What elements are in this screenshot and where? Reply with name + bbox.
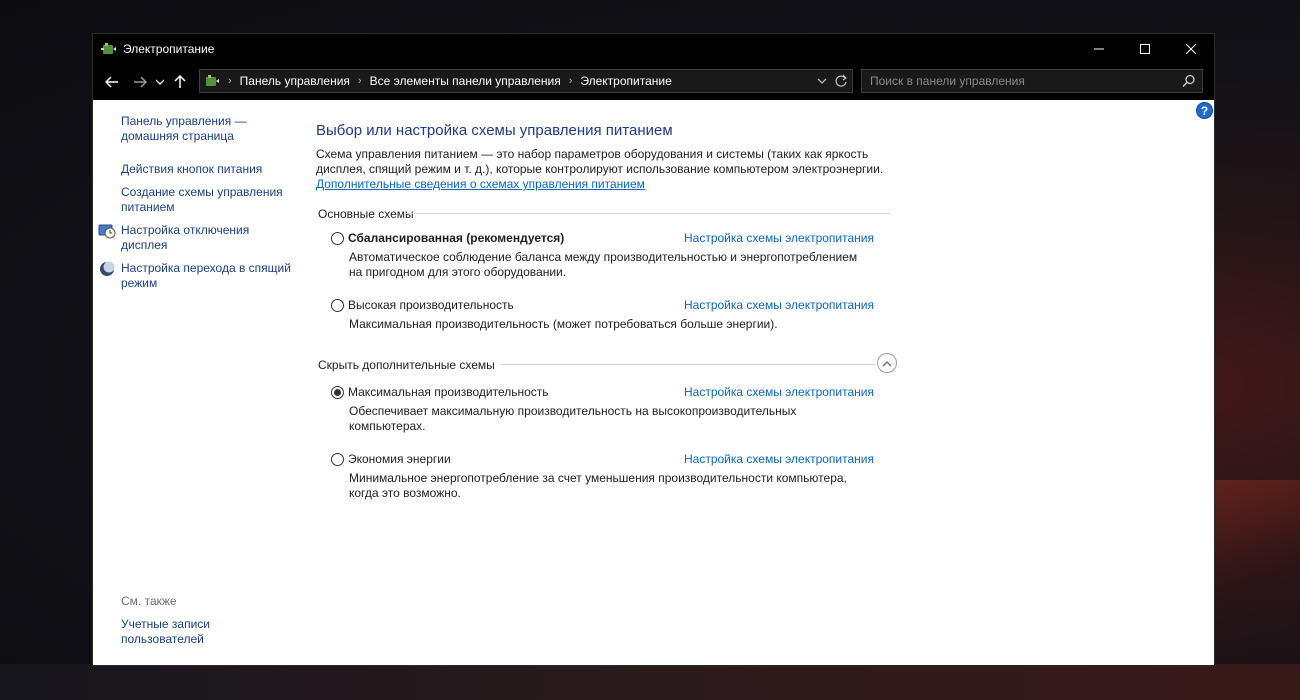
plan-name[interactable]: Максимальная производительность [348, 385, 549, 399]
plan-description: Максимальная производительность (может п… [349, 317, 778, 331]
sidebar: Панель управления — домашняя страница Де… [93, 100, 298, 665]
breadcrumb-all-items[interactable]: Все элементы панели управления [370, 74, 561, 88]
search-box [861, 69, 1203, 93]
recent-locations-button[interactable] [153, 71, 167, 93]
chevron-down-icon [156, 79, 164, 85]
address-bar[interactable]: › Панель управления › Все элементы панел… [199, 69, 853, 93]
title-bar: Электропитание [93, 34, 1214, 64]
plan-description: Автоматическое соблюдение баланса между … [349, 250, 858, 279]
plan-name[interactable]: Высокая производительность [348, 298, 514, 312]
moon-icon [100, 261, 115, 276]
chevron-up-icon [882, 360, 892, 366]
plan-radio-high-performance[interactable] [331, 299, 344, 312]
up-arrow-icon [174, 75, 186, 88]
breadcrumb-separator: › [228, 75, 232, 87]
breadcrumb-separator: › [568, 75, 573, 87]
plan-radio-balanced[interactable] [331, 232, 344, 245]
search-input[interactable] [862, 74, 1162, 88]
group-divider [500, 364, 875, 365]
taskbar-area [0, 664, 1300, 700]
group-header-hidden-plans[interactable]: Скрыть дополнительные схемы [318, 358, 495, 372]
plan-settings-link[interactable]: Настройка схемы электропитания [684, 231, 874, 245]
plan-settings-link[interactable]: Настройка схемы электропитания [684, 452, 874, 466]
plan-name[interactable]: Сбалансированная (рекомендуется) [348, 231, 564, 245]
forward-button[interactable] [129, 71, 151, 93]
close-button[interactable] [1168, 34, 1214, 64]
breadcrumb-separator: › [357, 75, 362, 87]
group-divider [405, 213, 890, 214]
see-also-heading: См. также [121, 594, 177, 608]
up-button[interactable] [169, 71, 191, 93]
sidebar-link-power-buttons[interactable]: Действия кнопок питания [121, 162, 296, 177]
sidebar-link-control-panel-home[interactable]: Панель управления — домашняя страница [121, 114, 296, 144]
maximize-icon [1140, 44, 1150, 54]
help-icon[interactable]: ? [1196, 102, 1213, 119]
power-options-app-icon [101, 43, 116, 54]
more-info-link[interactable]: Дополнительные сведения о схемах управле… [316, 177, 645, 191]
sidebar-link-user-accounts[interactable]: Учетные записи пользователей [121, 617, 296, 647]
group-header-main-plans: Основные схемы [318, 207, 414, 221]
maximize-button[interactable] [1122, 34, 1168, 64]
minimize-icon [1094, 48, 1104, 50]
plan-settings-link[interactable]: Настройка схемы электропитания [684, 385, 874, 399]
page-description: Схема управления питанием — это набор па… [316, 147, 884, 176]
power-options-window: Электропитание › Панель управления › Все… [92, 33, 1215, 666]
back-button[interactable] [101, 71, 123, 93]
address-dropdown-icon[interactable] [816, 73, 828, 89]
caption-buttons [1076, 34, 1214, 64]
address-bar-actions [816, 73, 848, 89]
page-title: Выбор или настройка схемы управления пит… [316, 122, 673, 139]
breadcrumb-power-options[interactable]: Электропитание [580, 74, 671, 88]
plan-description: Обеспечивает максимальную производительн… [349, 404, 797, 433]
minimize-button[interactable] [1076, 34, 1122, 64]
sidebar-link-create-plan[interactable]: Создание схемы управления питанием [121, 185, 296, 215]
plan-radio-ultimate-performance[interactable] [331, 386, 344, 399]
plan-name[interactable]: Экономия энергии [348, 452, 451, 466]
content-area: ? Панель управления — домашняя страница … [93, 100, 1214, 665]
plan-radio-power-saver[interactable] [331, 453, 344, 466]
close-icon [1186, 44, 1196, 54]
plan-settings-link[interactable]: Настройка схемы электропитания [684, 298, 874, 312]
control-panel-icon [206, 75, 219, 86]
navigation-bar: › Панель управления › Все элементы панел… [93, 64, 1214, 100]
plan-description: Минимальное энергопотребление за счет ум… [349, 471, 847, 500]
sidebar-link-display-off[interactable]: Настройка отключения дисплея [121, 223, 296, 253]
refresh-icon[interactable] [834, 73, 848, 89]
breadcrumb-control-panel[interactable]: Панель управления [240, 74, 350, 88]
collapse-plans-button[interactable] [877, 353, 897, 373]
search-icon[interactable] [1182, 74, 1196, 88]
window-title: Электропитание [123, 42, 215, 56]
back-arrow-icon [105, 76, 118, 88]
forward-arrow-icon [134, 76, 147, 88]
sidebar-link-sleep[interactable]: Настройка перехода в спящий режим [121, 261, 296, 291]
display-clock-icon [98, 224, 116, 239]
